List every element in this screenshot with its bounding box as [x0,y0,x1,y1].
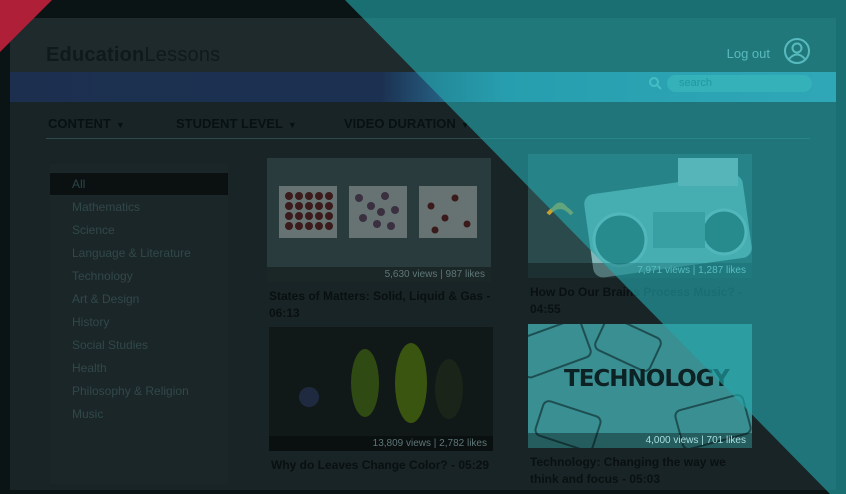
site-header: EducationLessons Log out [10,18,836,80]
sidebar-item-language-literature[interactable]: Language & Literature [50,242,228,264]
category-sidebar: All Mathematics Science Language & Liter… [50,164,228,484]
video-thumbnail[interactable]: 7,971 views | 1,287 likes [528,154,752,278]
video-thumbnail[interactable]: 5,630 views | 987 likes [267,158,491,282]
states-of-matter-illustration [279,186,477,238]
sidebar-item-music[interactable]: Music [50,403,228,425]
sidebar-item-social-studies[interactable]: Social Studies [50,334,228,356]
sidebar-item-mathematics[interactable]: Mathematics [50,196,228,218]
filter-student-level-label: STUDENT LEVEL [176,116,283,131]
filter-content[interactable]: CONTENT ▼ [48,116,125,131]
sidebar-item-health[interactable]: Health [50,357,228,379]
video-stats: 7,971 views | 1,287 likes [528,263,752,278]
video-stats: 4,000 views | 701 likes [528,433,752,448]
sidebar-item-science[interactable]: Science [50,219,228,241]
video-title[interactable]: Technology: Changing the way we think an… [530,454,752,488]
video-stats: 13,809 views | 2,782 likes [269,436,493,451]
video-thumbnail[interactable]: TECHNOLOGY 4,000 views | 701 likes [528,324,752,448]
sidebar-item-all[interactable]: All [50,173,228,195]
chevron-down-icon: ▼ [115,120,125,130]
red-corner-accent [0,0,52,52]
sidebar-item-philosophy-religion[interactable]: Philosophy & Religion [50,380,228,402]
video-title[interactable]: How Do Our Brains Process Music? - 04:55 [530,284,752,318]
chevron-down-icon: ▼ [287,120,297,130]
sidebar-item-art-design[interactable]: Art & Design [50,288,228,310]
logout-link[interactable]: Log out [727,46,770,61]
filter-bar: CONTENT ▼ STUDENT LEVEL ▼ VIDEO DURATION ▼ [10,102,836,136]
filter-video-duration[interactable]: VIDEO DURATION ▼ [344,116,470,131]
site-logo[interactable]: EducationLessons [46,44,220,67]
leaves-photo [299,343,463,423]
search-icon[interactable] [648,76,662,90]
video-thumbnail[interactable]: 13,809 views | 2,782 likes [269,327,493,451]
chevron-down-icon: ▼ [460,120,470,130]
filter-video-duration-label: VIDEO DURATION [344,116,456,131]
logo-bold-text: Education [46,44,145,66]
sidebar-item-history[interactable]: History [50,311,228,333]
browser-screen: EducationLessons Log out search CONTENT ▼… [10,18,836,490]
filter-student-level[interactable]: STUDENT LEVEL ▼ [176,116,297,131]
search-input[interactable]: search [667,75,812,92]
filter-divider [46,138,810,139]
user-avatar-icon[interactable] [784,38,810,64]
thumbnail-title-text: TECHNOLOGY [564,366,730,392]
video-title[interactable]: Why do Leaves Change Color? - 05:29 [271,457,493,474]
boombox-photo [546,158,752,278]
logo-light-text: Lessons [144,44,221,66]
video-title[interactable]: States of Matters: Solid, Liquid & Gas -… [269,288,491,322]
filter-content-label: CONTENT [48,116,111,131]
sidebar-item-technology[interactable]: Technology [50,265,228,287]
video-stats: 5,630 views | 987 likes [267,267,491,282]
